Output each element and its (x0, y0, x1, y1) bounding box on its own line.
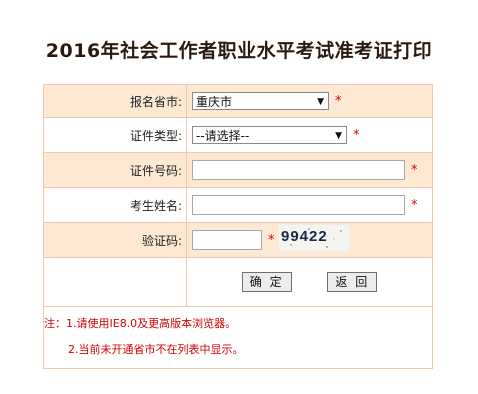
required-mark: * (353, 127, 360, 143)
dropdown-arrow-icon: ▼ (317, 97, 324, 107)
required-mark: * (268, 232, 275, 248)
name-row: 考生姓名: * (43, 187, 433, 223)
captcha-text: 99422 (281, 228, 328, 245)
page-title: 2016年社会工作者职业水平考试准考证打印 (45, 40, 433, 62)
captcha-input[interactable] (192, 230, 262, 250)
exam-ticket-form: 报名省市: 重庆市 ▼ * 证件类型: --请选择-- ▼ * 证件号码: * … (43, 84, 433, 369)
buttons-row: 确 定 返 回 (43, 257, 433, 307)
id-type-label: 证件类型: (43, 117, 187, 153)
id-number-label: 证件号码: (43, 152, 187, 188)
id-number-row: 证件号码: * (43, 152, 433, 188)
name-label: 考生姓名: (43, 187, 187, 223)
captcha-label: 验证码: (43, 222, 187, 258)
id-number-input[interactable] (192, 160, 405, 180)
captcha-image[interactable]: 99422 (278, 225, 349, 251)
captcha-row: 验证码: * 99422 (43, 222, 433, 258)
province-select[interactable]: 重庆市 ▼ (192, 92, 329, 110)
confirm-button[interactable]: 确 定 (241, 272, 292, 292)
name-input[interactable] (192, 195, 405, 215)
dropdown-arrow-icon: ▼ (335, 131, 342, 141)
note-line-2: 2.当前未开通省市不在列表中显示。 (68, 343, 244, 356)
required-mark: * (411, 162, 418, 178)
id-type-select-value: --请选择-- (196, 129, 250, 143)
province-row: 报名省市: 重庆市 ▼ * (43, 84, 433, 118)
province-select-value: 重庆市 (196, 95, 233, 109)
required-mark: * (411, 197, 418, 213)
back-button[interactable]: 返 回 (327, 272, 378, 292)
note-line-1: 注：1.请使用IE8.0及更高版本浏览器。 (44, 317, 237, 330)
required-mark: * (335, 93, 342, 109)
province-label: 报名省市: (43, 84, 187, 118)
id-type-row: 证件类型: --请选择-- ▼ * (43, 117, 433, 153)
id-type-select[interactable]: --请选择-- ▼ (192, 126, 347, 144)
notes-row: 注：1.请使用IE8.0及更高版本浏览器。 2.当前未开通省市不在列表中显示。 (43, 306, 433, 369)
